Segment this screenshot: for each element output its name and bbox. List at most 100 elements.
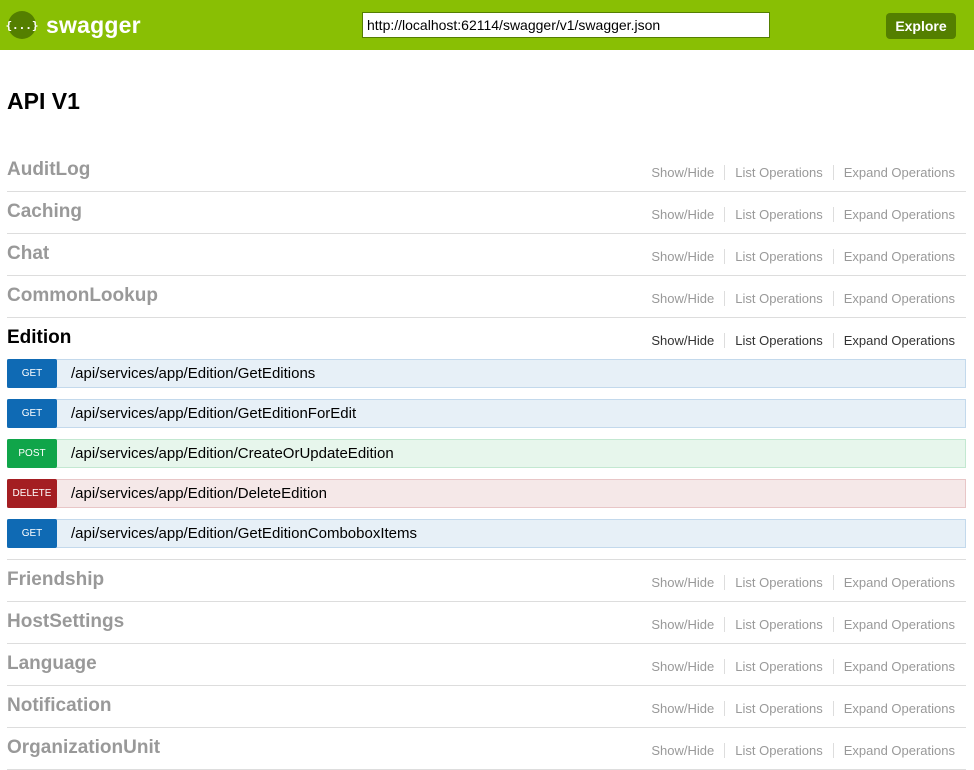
resource-name-link[interactable]: Edition	[7, 327, 71, 349]
list-operations-link[interactable]: List Operations	[735, 743, 822, 758]
link-separator	[832, 701, 834, 716]
link-separator	[832, 165, 834, 180]
api-url-input[interactable]	[362, 12, 770, 38]
operation-path[interactable]: /api/services/app/Edition/GetEditions	[71, 365, 315, 382]
operation-row[interactable]: DELETE/api/services/app/Edition/DeleteEd…	[7, 479, 966, 508]
link-separator	[724, 165, 726, 180]
operation-row[interactable]: GET/api/services/app/Edition/GetEditionC…	[7, 519, 966, 548]
link-separator	[724, 207, 726, 222]
expand-operations-link[interactable]: Expand Operations	[844, 659, 955, 674]
expand-operations-link[interactable]: Expand Operations	[844, 333, 955, 348]
resource-heading: AuditLog Show/Hide List Operations Expand O…	[7, 150, 966, 191]
list-operations-link[interactable]: List Operations	[735, 249, 822, 264]
resource-section: Caching Show/Hide List Operations Expand Op…	[7, 192, 966, 234]
show-hide-link[interactable]: Show/Hide	[651, 617, 714, 632]
list-operations-link[interactable]: List Operations	[735, 701, 822, 716]
show-hide-link[interactable]: Show/Hide	[651, 291, 714, 306]
link-separator	[724, 575, 726, 590]
operation-row[interactable]: GET/api/services/app/Edition/GetEditionF…	[7, 399, 966, 428]
expand-operations-link[interactable]: Expand Operations	[844, 617, 955, 632]
operations-list: GET/api/services/app/Edition/GetEditions…	[7, 359, 966, 559]
link-separator	[832, 617, 834, 632]
list-operations-link[interactable]: List Operations	[735, 207, 822, 222]
resource-name-link[interactable]: Friendship	[7, 569, 104, 591]
resource-name-link[interactable]: Caching	[7, 201, 82, 223]
resource-heading: Edition Show/Hide List Operations Expand Op…	[7, 318, 966, 359]
resource-section: HostSettings Show/Hide List Operations Expa…	[7, 602, 966, 644]
expand-operations-link[interactable]: Expand Operations	[844, 165, 955, 180]
expand-operations-link[interactable]: Expand Operations	[844, 701, 955, 716]
explore-button[interactable]: Explore	[886, 13, 956, 39]
operation-row[interactable]: POST/api/services/app/Edition/CreateOrUp…	[7, 439, 966, 468]
link-separator	[724, 291, 726, 306]
resource-heading: Caching Show/Hide List Operations Expand Op…	[7, 192, 966, 233]
list-operations-link[interactable]: List Operations	[735, 291, 822, 306]
resource-heading: HostSettings Show/Hide List Operations Expa…	[7, 602, 966, 643]
resource-section: OrganizationUnit Show/Hide List Operations…	[7, 728, 966, 770]
http-method-badge[interactable]: GET	[7, 359, 57, 388]
link-separator	[832, 207, 834, 222]
link-separator	[832, 575, 834, 590]
operation-path[interactable]: /api/services/app/Edition/DeleteEdition	[71, 485, 327, 502]
show-hide-link[interactable]: Show/Hide	[651, 249, 714, 264]
resource-actions: Show/Hide List Operations Expand Operation…	[651, 165, 955, 180]
list-operations-link[interactable]: List Operations	[735, 617, 822, 632]
resource-name-link[interactable]: AuditLog	[7, 159, 90, 181]
resource-name-link[interactable]: OrganizationUnit	[7, 737, 160, 759]
list-operations-link[interactable]: List Operations	[735, 165, 822, 180]
resource-heading: Notification Show/Hide List Operations Expa…	[7, 686, 966, 727]
resource-actions: Show/Hide List Operations Expand Operation…	[651, 659, 955, 674]
show-hide-link[interactable]: Show/Hide	[651, 701, 714, 716]
show-hide-link[interactable]: Show/Hide	[651, 207, 714, 222]
link-separator	[832, 249, 834, 264]
http-method-badge[interactable]: POST	[7, 439, 57, 468]
link-separator	[832, 291, 834, 306]
list-operations-link[interactable]: List Operations	[735, 333, 822, 348]
expand-operations-link[interactable]: Expand Operations	[844, 743, 955, 758]
resource-heading: OrganizationUnit Show/Hide List Operations…	[7, 728, 966, 769]
http-method-badge[interactable]: GET	[7, 399, 57, 428]
resource-section: Friendship Show/Hide List Operations Expand…	[7, 560, 966, 602]
swagger-logo[interactable]: {...} swagger	[5, 11, 141, 39]
expand-operations-link[interactable]: Expand Operations	[844, 575, 955, 590]
resource-name-link[interactable]: Chat	[7, 243, 49, 265]
link-separator	[832, 333, 834, 348]
resource-section: Notification Show/Hide List Operations Expa…	[7, 686, 966, 728]
list-operations-link[interactable]: List Operations	[735, 659, 822, 674]
expand-operations-link[interactable]: Expand Operations	[844, 249, 955, 264]
show-hide-link[interactable]: Show/Hide	[651, 659, 714, 674]
show-hide-link[interactable]: Show/Hide	[651, 575, 714, 590]
show-hide-link[interactable]: Show/Hide	[651, 743, 714, 758]
operation-path[interactable]: /api/services/app/Edition/GetEditionComb…	[71, 525, 417, 542]
resource-heading: CommonLookup Show/Hide List Operations Expa…	[7, 276, 966, 317]
operation-path[interactable]: /api/services/app/Edition/GetEditionForE…	[71, 405, 356, 422]
resource-list: AuditLog Show/Hide List Operations Expand O…	[7, 150, 966, 770]
link-separator	[724, 249, 726, 264]
resource-section: CommonLookup Show/Hide List Operations Expa…	[7, 276, 966, 318]
resource-actions: Show/Hide List Operations Expand Operation…	[651, 701, 955, 716]
link-separator	[724, 701, 726, 716]
resource-name-link[interactable]: Notification	[7, 695, 112, 717]
resource-actions: Show/Hide List Operations Expand Operation…	[651, 617, 955, 632]
show-hide-link[interactable]: Show/Hide	[651, 165, 714, 180]
http-method-badge[interactable]: GET	[7, 519, 57, 548]
link-separator	[724, 333, 726, 348]
expand-operations-link[interactable]: Expand Operations	[844, 207, 955, 222]
list-operations-link[interactable]: List Operations	[735, 575, 822, 590]
link-separator	[832, 743, 834, 758]
resource-section: AuditLog Show/Hide List Operations Expand O…	[7, 150, 966, 192]
show-hide-link[interactable]: Show/Hide	[651, 333, 714, 348]
link-separator	[724, 743, 726, 758]
resource-section: Edition Show/Hide List Operations Expand Op…	[7, 318, 966, 560]
resource-name-link[interactable]: HostSettings	[7, 611, 124, 633]
resource-name-link[interactable]: Language	[7, 653, 97, 675]
resource-section: Chat Show/Hide List Operations Expand Opera…	[7, 234, 966, 276]
operation-path[interactable]: /api/services/app/Edition/CreateOrUpdate…	[71, 445, 394, 462]
resource-actions: Show/Hide List Operations Expand Operation…	[651, 291, 955, 306]
operation-row[interactable]: GET/api/services/app/Edition/GetEditions	[7, 359, 966, 388]
resource-actions: Show/Hide List Operations Expand Operation…	[651, 207, 955, 222]
logo-text: swagger	[46, 11, 141, 38]
expand-operations-link[interactable]: Expand Operations	[844, 291, 955, 306]
http-method-badge[interactable]: DELETE	[7, 479, 57, 508]
resource-name-link[interactable]: CommonLookup	[7, 285, 158, 307]
